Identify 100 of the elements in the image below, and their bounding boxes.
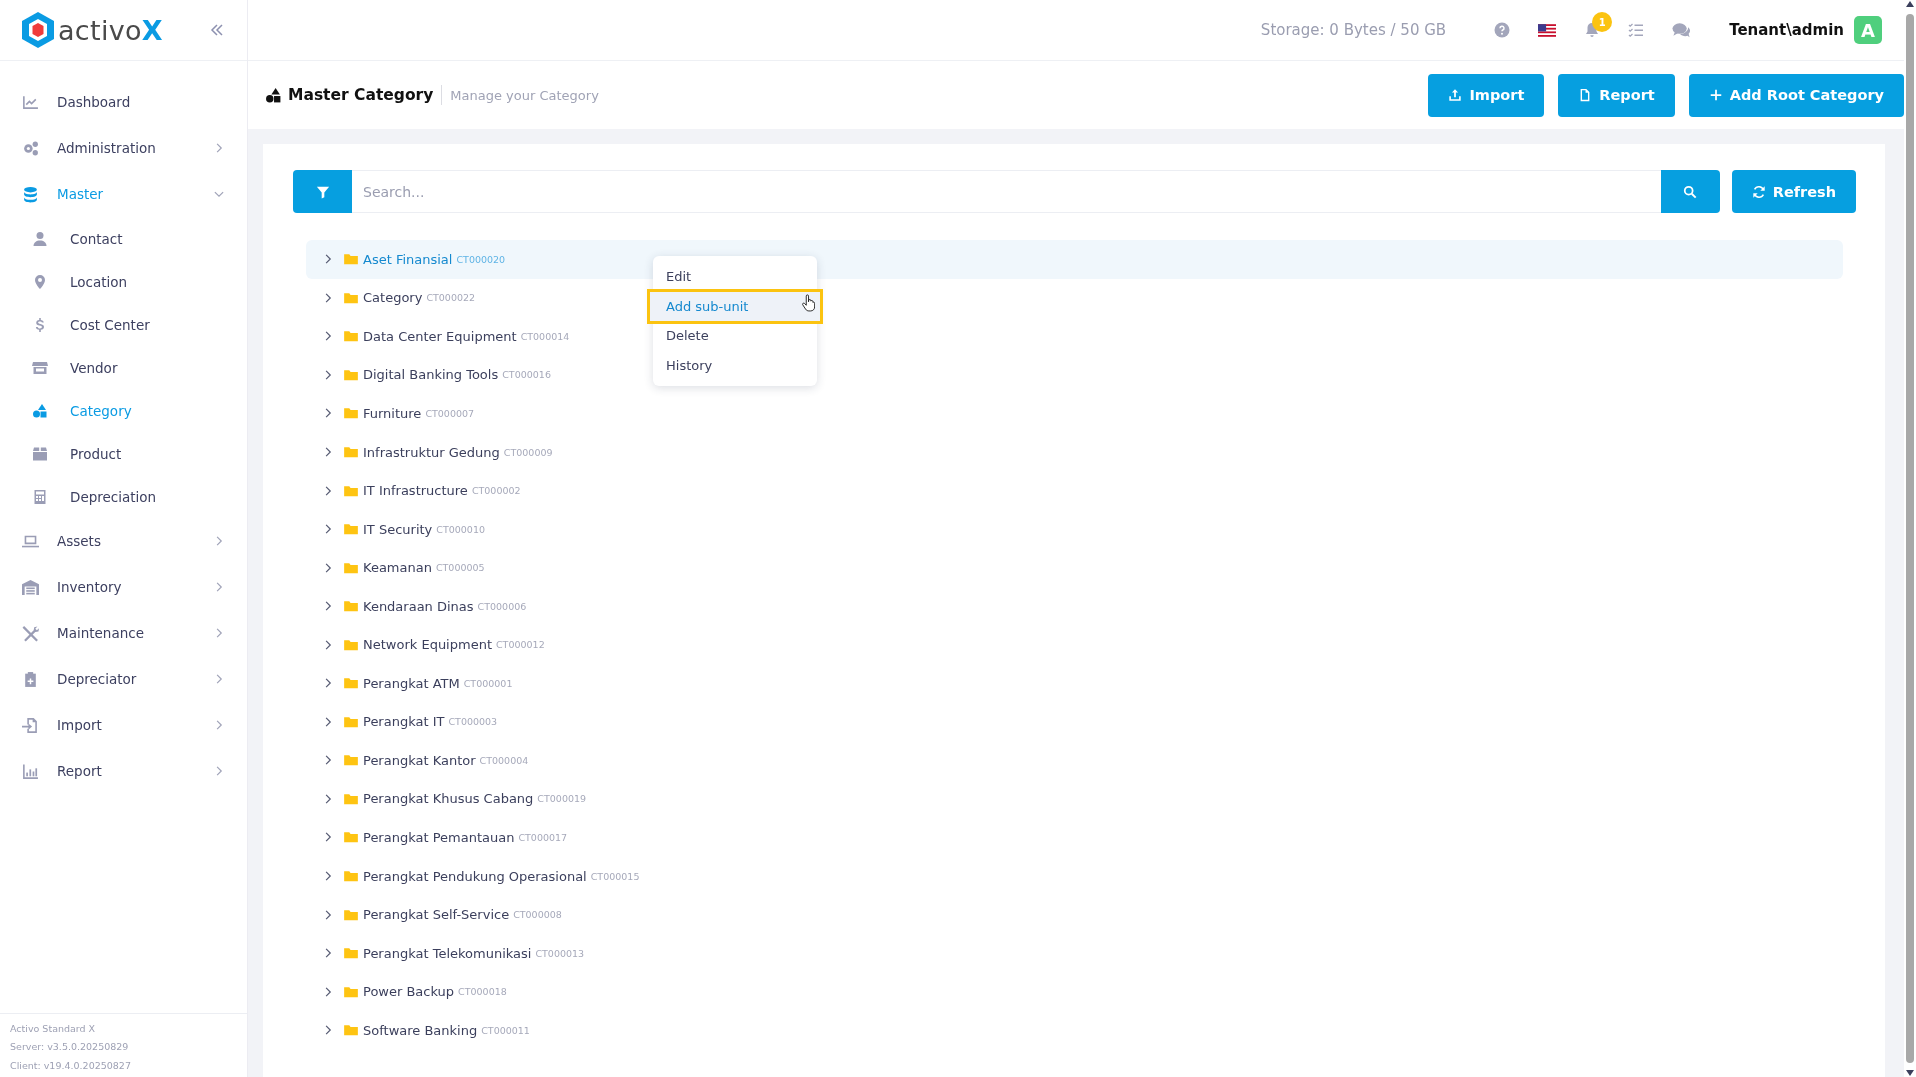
- sidebar-subitem[interactable]: Depreciation: [0, 475, 247, 518]
- tree-node[interactable]: IT Security CT000010: [322, 521, 485, 537]
- menu-item[interactable]: Delete: [653, 321, 817, 351]
- folder-icon: [344, 947, 358, 960]
- chart-icon: [22, 93, 39, 111]
- logo-text: activoX: [58, 16, 163, 44]
- tree-node[interactable]: Perangkat Telekomunikasi CT000013: [322, 945, 585, 961]
- sidebar-item[interactable]: Dashboard: [0, 79, 247, 125]
- tree-node[interactable]: Perangkat Self-Service CT000008: [322, 907, 562, 923]
- page-subtitle: Manage your Category: [450, 87, 599, 103]
- folder-icon: [344, 523, 358, 536]
- folder-icon: [344, 831, 358, 844]
- tree-node[interactable]: Perangkat Kantor CT000004: [322, 752, 529, 768]
- tree-node[interactable]: Category CT000022: [322, 290, 476, 306]
- folder-icon: [344, 446, 358, 458]
- tree-node[interactable]: Perangkat Pendukung Operasional CT000015: [322, 868, 640, 884]
- bar-chart-icon: [22, 762, 39, 780]
- checklist-icon[interactable]: [1628, 22, 1645, 38]
- version-text: Client: v19.4.0.20250827: [10, 1058, 132, 1073]
- sidebar-item[interactable]: Assets: [0, 518, 247, 564]
- folder-icon: [344, 368, 358, 381]
- folder-icon: [344, 715, 358, 728]
- tree-node[interactable]: Keamanan CT000005: [322, 560, 485, 576]
- menu-item[interactable]: Edit: [653, 262, 817, 292]
- tools-icon: [22, 624, 39, 642]
- folder-icon: [344, 870, 358, 882]
- folder-icon: [344, 792, 358, 805]
- search-field[interactable]: Search...: [352, 170, 1661, 213]
- filter-button[interactable]: [293, 170, 352, 213]
- refresh-icon: [1751, 184, 1766, 199]
- tree-node[interactable]: Infrastruktur Gedung CT000009: [322, 444, 553, 460]
- folder-icon: [344, 291, 358, 304]
- folder-icon: [344, 1024, 358, 1037]
- folder-icon: [344, 253, 358, 266]
- file-arrow-icon: [22, 716, 39, 734]
- tree-node[interactable]: Perangkat Khusus Cabang CT000019: [322, 791, 587, 807]
- box-icon: [32, 445, 48, 462]
- person-icon: [32, 230, 48, 247]
- sidebar-item[interactable]: Inventory: [0, 564, 247, 610]
- sidebar-item[interactable]: Report: [0, 748, 247, 794]
- tree-node[interactable]: Aset Finansial CT000020: [322, 251, 506, 267]
- sidebar-subitem[interactable]: Contact: [0, 217, 247, 260]
- scrollbar-thumb[interactable]: [1906, 14, 1914, 1063]
- collapse-icon[interactable]: [209, 22, 225, 38]
- upload-icon: [1448, 88, 1463, 102]
- tree-node[interactable]: Perangkat ATM CT000001: [322, 675, 513, 691]
- tree-node[interactable]: Perangkat Pemantauan CT000017: [322, 829, 568, 845]
- plus-icon: [1708, 88, 1723, 102]
- shapes-icon: [32, 402, 48, 419]
- menu-item[interactable]: History: [653, 350, 817, 380]
- shapes-icon: [265, 86, 282, 104]
- clipboard-icon: [22, 670, 39, 688]
- version-text: Server: v3.5.0.20250829: [10, 1040, 130, 1054]
- tree-node[interactable]: Data Center Equipment CT000014: [322, 328, 570, 344]
- user-name[interactable]: Tenant\admin: [1729, 21, 1844, 39]
- sidebar-item[interactable]: Depreciator: [0, 656, 247, 702]
- folder-icon: [344, 561, 358, 574]
- scroll-down-icon[interactable]: [1905, 1069, 1915, 1077]
- folder-icon: [344, 908, 358, 921]
- storage-text: Storage: 0 Bytes / 50 GB: [1260, 21, 1447, 39]
- tree-node[interactable]: Kendaraan Dinas CT000006: [322, 598, 527, 614]
- tree-node[interactable]: Software Banking CT000011: [322, 1022, 530, 1038]
- scroll-up-icon[interactable]: [1905, 0, 1915, 8]
- sidebar-item[interactable]: Administration: [0, 125, 247, 171]
- notification-badge: 1: [1592, 12, 1613, 32]
- sidebar-subitem[interactable]: Cost Center: [0, 303, 247, 346]
- help-icon[interactable]: [1494, 22, 1511, 38]
- search-button[interactable]: [1660, 170, 1720, 213]
- sidebar-item[interactable]: Import: [0, 702, 247, 748]
- search-icon: [1683, 184, 1698, 199]
- sidebar-subitem[interactable]: Product: [0, 432, 247, 475]
- folder-icon: [344, 484, 358, 497]
- sidebar-subitem[interactable]: Location: [0, 260, 247, 303]
- page-title: Master Category: [288, 86, 434, 104]
- tree-node[interactable]: Furniture CT000007: [322, 405, 475, 421]
- tree-node[interactable]: Network Equipment CT000012: [322, 637, 545, 653]
- folder-icon: [344, 985, 358, 998]
- flag-icon[interactable]: [1538, 23, 1557, 37]
- tree-node[interactable]: IT Infrastructure CT000002: [322, 483, 521, 499]
- chat-icon[interactable]: [1672, 22, 1692, 38]
- folder-icon: [344, 638, 358, 651]
- folder-icon: [344, 407, 358, 420]
- folder-icon: [344, 677, 358, 690]
- tree-node[interactable]: Perangkat IT CT000003: [322, 714, 498, 730]
- sidebar-subitem[interactable]: Vendor: [0, 346, 247, 389]
- database-icon: [22, 185, 39, 203]
- map-pin-icon: [32, 273, 48, 290]
- folder-icon: [344, 600, 358, 613]
- filter-icon: [315, 184, 330, 199]
- folder-icon: [344, 330, 358, 343]
- sidebar-item[interactable]: Maintenance: [0, 610, 247, 656]
- tree-node[interactable]: Digital Banking Tools CT000016: [322, 367, 551, 383]
- store-icon: [32, 359, 48, 376]
- logo-icon: [22, 12, 54, 48]
- folder-icon: [344, 754, 358, 767]
- tree-node[interactable]: Power Backup CT000018: [322, 984, 507, 1000]
- hand-cursor-icon: [801, 293, 815, 313]
- version-text: Activo Standard X: [10, 1021, 97, 1036]
- gears-icon: [22, 139, 39, 157]
- warehouse-icon: [22, 578, 39, 596]
